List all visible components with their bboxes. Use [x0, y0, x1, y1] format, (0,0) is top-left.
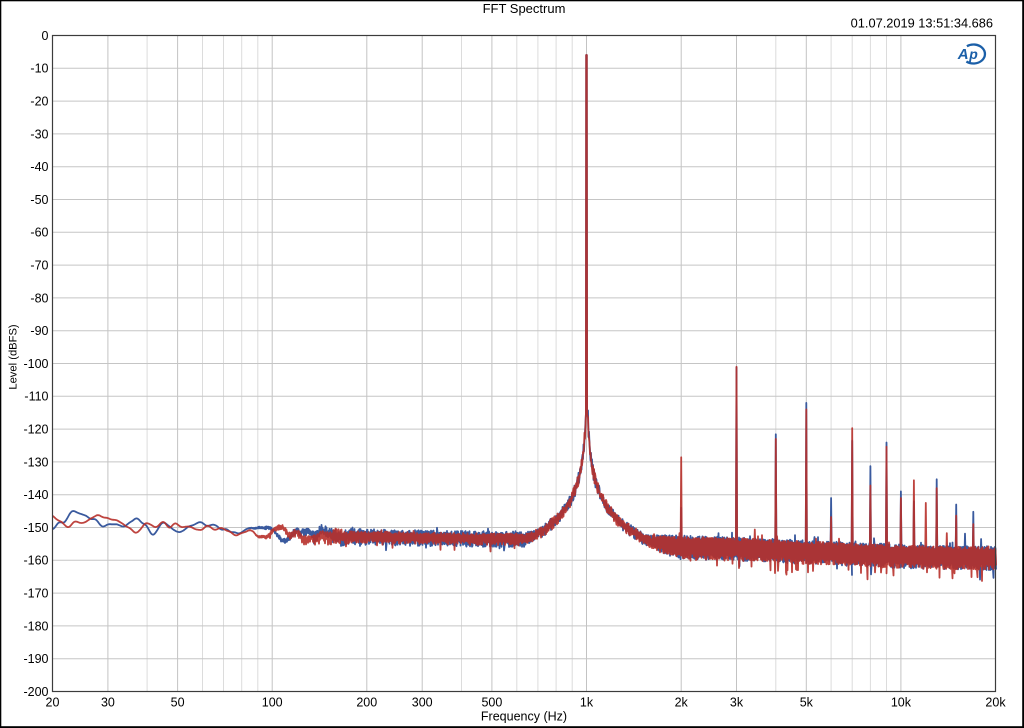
svg-text:-20: -20: [30, 95, 48, 109]
svg-text:-30: -30: [30, 127, 48, 141]
svg-text:500: 500: [481, 696, 502, 710]
svg-text:-40: -40: [30, 160, 48, 174]
svg-text:100: 100: [262, 696, 283, 710]
svg-text:-60: -60: [30, 226, 48, 240]
svg-text:1k: 1k: [580, 696, 594, 710]
svg-text:10k: 10k: [891, 696, 912, 710]
svg-text:-180: -180: [23, 619, 48, 633]
svg-text:-160: -160: [23, 554, 48, 568]
svg-text:-110: -110: [24, 390, 48, 404]
svg-text:50: 50: [171, 696, 185, 710]
svg-text:-120: -120: [23, 423, 48, 437]
svg-text:p: p: [968, 46, 978, 62]
svg-text:300: 300: [412, 696, 433, 710]
svg-text:Level (dBFS): Level (dBFS): [8, 324, 20, 390]
svg-text:-190: -190: [23, 652, 48, 666]
svg-text:-130: -130: [23, 455, 48, 469]
svg-text:01.07.2019 13:51:34.686: 01.07.2019 13:51:34.686: [851, 16, 993, 31]
svg-text:-70: -70: [30, 259, 48, 273]
svg-text:-140: -140: [23, 488, 48, 502]
svg-text:-90: -90: [30, 324, 48, 338]
svg-text:-80: -80: [30, 291, 48, 305]
svg-text:Frequency (Hz): Frequency (Hz): [481, 710, 567, 724]
svg-text:5k: 5k: [800, 696, 814, 710]
svg-text:0: 0: [42, 29, 49, 43]
svg-text:FFT Spectrum: FFT Spectrum: [483, 1, 566, 16]
svg-text:-100: -100: [23, 357, 48, 371]
svg-text:3k: 3k: [730, 696, 744, 710]
svg-text:-150: -150: [23, 521, 48, 535]
svg-text:-50: -50: [30, 193, 48, 207]
svg-text:A: A: [957, 46, 969, 63]
svg-text:200: 200: [356, 696, 377, 710]
svg-text:-200: -200: [23, 685, 48, 699]
svg-text:30: 30: [101, 696, 115, 710]
svg-text:-10: -10: [30, 62, 48, 76]
svg-text:20k: 20k: [985, 696, 1006, 710]
svg-text:-170: -170: [23, 587, 48, 601]
svg-text:2k: 2k: [675, 696, 689, 710]
